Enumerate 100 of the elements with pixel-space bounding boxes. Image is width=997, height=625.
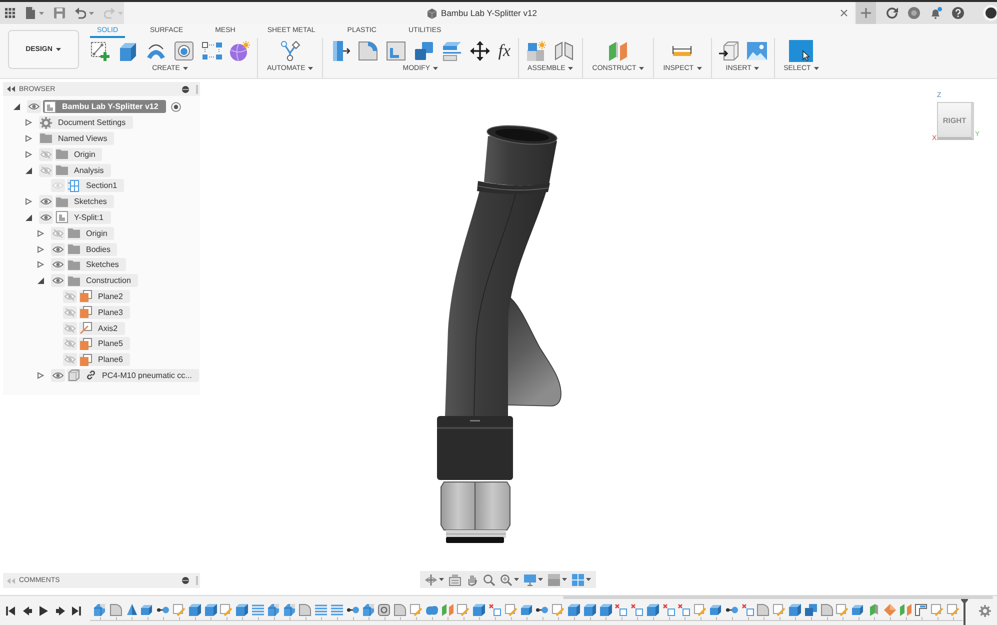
radio-icon[interactable] <box>171 102 182 112</box>
box-icon[interactable] <box>789 604 802 616</box>
triangle-icon[interactable] <box>36 246 44 253</box>
box-icon[interactable] <box>646 604 659 616</box>
triangle-icon[interactable] <box>24 214 32 221</box>
apps-grid-icon[interactable] <box>5 8 15 18</box>
overlapping-boxes-icon[interactable] <box>804 604 817 616</box>
sketch-plus-icon[interactable] <box>90 41 110 61</box>
tree-item[interactable]: Named Views <box>39 132 114 145</box>
eye-icon[interactable] <box>51 258 65 272</box>
close-icon[interactable] <box>840 9 848 17</box>
box-icon[interactable] <box>568 604 580 616</box>
split-squares-icon[interactable] <box>662 604 675 616</box>
eye-icon[interactable] <box>27 100 41 114</box>
sketch-icon[interactable] <box>410 604 422 616</box>
triangle-icon[interactable] <box>24 119 32 126</box>
play-icon[interactable] <box>39 606 48 616</box>
rounded-shape-icon[interactable] <box>820 604 833 616</box>
file-icon[interactable] <box>25 7 36 19</box>
sketch-icon[interactable] <box>773 604 786 616</box>
eye-icon[interactable] <box>39 210 53 224</box>
planes-icon[interactable] <box>608 41 628 61</box>
slab-icon[interactable] <box>520 604 533 616</box>
tree-item[interactable]: PC4-M10 pneumatic cc... <box>67 368 199 382</box>
split-squares-icon[interactable] <box>488 604 501 616</box>
triangle-icon[interactable] <box>36 230 44 237</box>
stacked-lines-icon[interactable] <box>252 604 264 616</box>
zoom-icon[interactable] <box>483 574 495 586</box>
box-icon[interactable] <box>236 604 248 616</box>
step-forward-icon[interactable] <box>56 606 64 616</box>
split-squares-icon[interactable] <box>742 604 754 616</box>
sphere-sparkle-icon[interactable] <box>230 41 250 61</box>
box-icon[interactable] <box>204 604 217 616</box>
ring-square-icon[interactable] <box>378 604 390 616</box>
tree-item[interactable]: Document Settings <box>39 116 133 130</box>
triangle-icon[interactable] <box>24 150 32 158</box>
planes-icon[interactable] <box>900 604 912 616</box>
help-icon[interactable] <box>952 7 964 19</box>
box-icon[interactable] <box>584 604 596 616</box>
triangle-icon[interactable] <box>24 166 32 174</box>
box-icon[interactable] <box>473 604 486 616</box>
triangle-icon[interactable] <box>36 372 44 379</box>
sketch-icon[interactable] <box>504 604 517 616</box>
tree-item[interactable]: Construction <box>67 274 138 288</box>
step-back-icon[interactable] <box>22 606 32 616</box>
move-arrows-icon[interactable] <box>470 41 490 61</box>
settings-icon[interactable] <box>979 604 992 616</box>
blob-icon[interactable] <box>426 604 438 616</box>
tree-item[interactable]: Plane6 <box>79 353 130 366</box>
slab-icon[interactable] <box>141 604 154 616</box>
tree-item[interactable]: Y-Split:1 <box>55 210 110 224</box>
grid-icon[interactable] <box>572 574 584 586</box>
tree-item[interactable]: Origin <box>55 148 102 161</box>
caret-icon[interactable] <box>39 12 44 14</box>
box-icon[interactable] <box>600 604 612 616</box>
cursor-icon[interactable] <box>789 40 814 62</box>
eye-icon[interactable] <box>51 242 65 256</box>
tree-item[interactable]: Bodies <box>67 242 118 256</box>
eye-icon[interactable] <box>51 274 65 288</box>
hole-icon[interactable] <box>174 41 194 61</box>
bracket-icon[interactable] <box>915 604 928 616</box>
timeline-marker[interactable] <box>961 596 968 625</box>
pin-joint-icon[interactable] <box>157 604 170 616</box>
caret-icon[interactable] <box>586 578 591 581</box>
slab-icon[interactable] <box>710 604 722 616</box>
split-squares-icon[interactable] <box>615 604 628 616</box>
box-icon[interactable] <box>188 604 201 616</box>
toggle-dot-icon[interactable] <box>182 86 189 92</box>
sketch-icon[interactable] <box>836 604 848 616</box>
dotted-squares-icon[interactable] <box>202 41 222 61</box>
triangle-icon[interactable] <box>12 103 20 110</box>
monitor-icon[interactable] <box>524 574 536 586</box>
document-tab[interactable]: Bambu Lab Y-Splitter v12 <box>424 8 540 18</box>
rounded-shape-icon[interactable] <box>110 604 122 616</box>
planes-icon[interactable] <box>442 604 454 616</box>
boxes-sparkle-icon[interactable] <box>526 41 546 61</box>
box-notch-icon[interactable] <box>284 604 296 616</box>
skip-end-icon[interactable] <box>72 606 81 616</box>
save-icon[interactable] <box>54 7 65 19</box>
tree-item[interactable]: Origin <box>67 226 114 240</box>
pin-joint-icon[interactable] <box>536 604 548 616</box>
rounded-shape-icon[interactable] <box>394 604 406 616</box>
tree-item[interactable]: Sketches <box>55 195 114 208</box>
diamond-icon[interactable] <box>884 604 896 616</box>
zoom-icon[interactable] <box>500 574 512 586</box>
rounded-corner-icon[interactable] <box>358 41 378 61</box>
sketch-icon[interactable] <box>220 604 232 616</box>
eye-icon[interactable] <box>39 195 53 208</box>
orbit-icon[interactable] <box>425 574 437 586</box>
layered-plates-icon[interactable] <box>442 41 462 61</box>
split-squares-icon[interactable] <box>678 604 690 616</box>
box-notch-icon[interactable] <box>268 604 280 616</box>
function-button[interactable]: fx <box>498 41 511 61</box>
tree-item[interactable]: Axis2 <box>79 322 125 335</box>
bell-icon[interactable] <box>930 7 942 19</box>
caret-icon[interactable] <box>89 12 94 14</box>
collapse-arrows-icon[interactable] <box>7 86 15 92</box>
tree-item[interactable]: Sketches <box>67 258 126 272</box>
triangle-icon[interactable] <box>24 134 32 142</box>
slab-icon[interactable] <box>852 604 864 616</box>
